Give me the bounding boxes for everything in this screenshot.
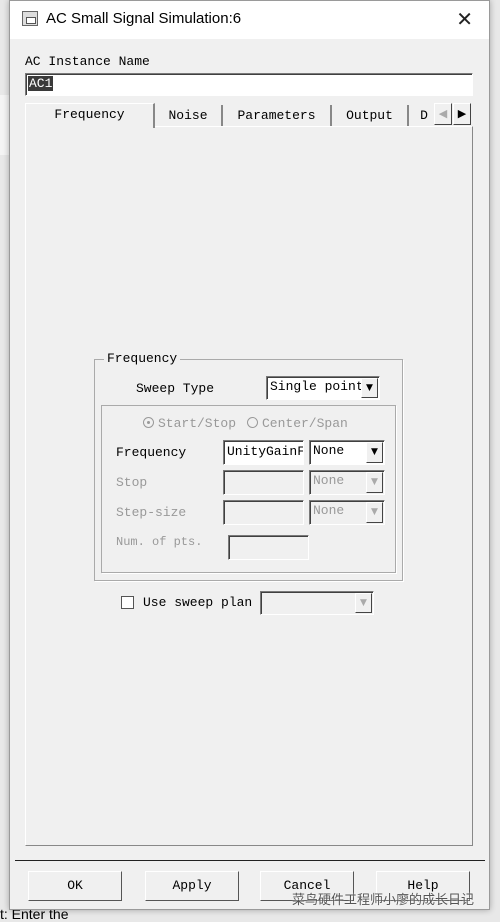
use-sweep-plan-label: Use sweep plan (143, 595, 253, 610)
title-bar: AC Small Signal Simulation:6 ✕ (10, 1, 489, 39)
tab-noise[interactable]: Noise (155, 105, 223, 127)
instance-name-value: AC1 (28, 76, 54, 91)
frequency-unit-value: None (313, 443, 345, 458)
ok-button[interactable]: OK (28, 871, 122, 901)
watermark: 菜鸟硬件工程师小廖的成长日记 (292, 893, 475, 908)
tab-output[interactable]: Output (332, 105, 409, 127)
tab-bar: Frequency Noise Parameters Output D (25, 103, 473, 128)
sweep-plan-select[interactable]: ▼ (260, 591, 374, 615)
step-size-input[interactable] (223, 500, 304, 525)
radio-unselected-icon (247, 417, 258, 428)
sweep-type-value: Single point (270, 379, 364, 394)
step-size-unit-value: None (313, 503, 345, 518)
radio-center-span-label: Center/Span (262, 416, 348, 431)
sweep-type-select[interactable]: Single point ▼ (266, 376, 380, 400)
step-size-unit-select[interactable]: None ▼ (309, 500, 385, 525)
step-size-label: Step-size (116, 505, 187, 520)
frequency-value: UnityGainF (227, 444, 304, 459)
tab-frequency[interactable]: Frequency (25, 103, 155, 128)
frequency-label: Frequency (116, 445, 187, 460)
stop-unit-select[interactable]: None ▼ (309, 470, 385, 495)
app-icon (22, 11, 38, 26)
use-sweep-plan-checkbox[interactable] (121, 596, 134, 609)
frequency-group-title: Frequency (104, 351, 181, 366)
chevron-down-icon: ▼ (366, 442, 383, 463)
background-window (0, 95, 9, 155)
stop-unit-value: None (313, 473, 345, 488)
radio-start-stop-label: Start/Stop (158, 416, 237, 431)
apply-button[interactable]: Apply (145, 871, 239, 901)
num-pts-input[interactable] (228, 535, 309, 560)
tab-scroll-left-icon[interactable]: ◀ (434, 103, 452, 125)
chevron-down-icon: ▼ (366, 502, 383, 523)
stop-label: Stop (116, 475, 148, 490)
chevron-down-icon: ▼ (366, 472, 383, 493)
radio-start-stop[interactable]: Start/Stop (143, 416, 236, 431)
instance-name-input[interactable]: AC1 (25, 73, 473, 96)
radio-selected-icon (143, 417, 154, 428)
window-title: AC Small Signal Simulation:6 (46, 10, 242, 27)
tab-parameters[interactable]: Parameters (223, 105, 332, 127)
divider (15, 860, 485, 861)
sweep-type-label: Sweep Type (136, 381, 215, 396)
frequency-input[interactable]: UnityGainF (223, 440, 304, 465)
frequency-unit-select[interactable]: None ▼ (309, 440, 385, 465)
chevron-down-icon: ▼ (355, 593, 372, 613)
close-icon[interactable]: ✕ (456, 7, 473, 31)
instance-name-label: AC Instance Name (25, 54, 150, 69)
radio-center-span[interactable]: Center/Span (247, 416, 348, 431)
chevron-down-icon: ▼ (361, 378, 378, 398)
stop-input[interactable] (223, 470, 304, 495)
num-pts-label: Num. of pts. (116, 535, 203, 549)
tab-scroll-right-icon[interactable]: ▶ (453, 103, 471, 125)
